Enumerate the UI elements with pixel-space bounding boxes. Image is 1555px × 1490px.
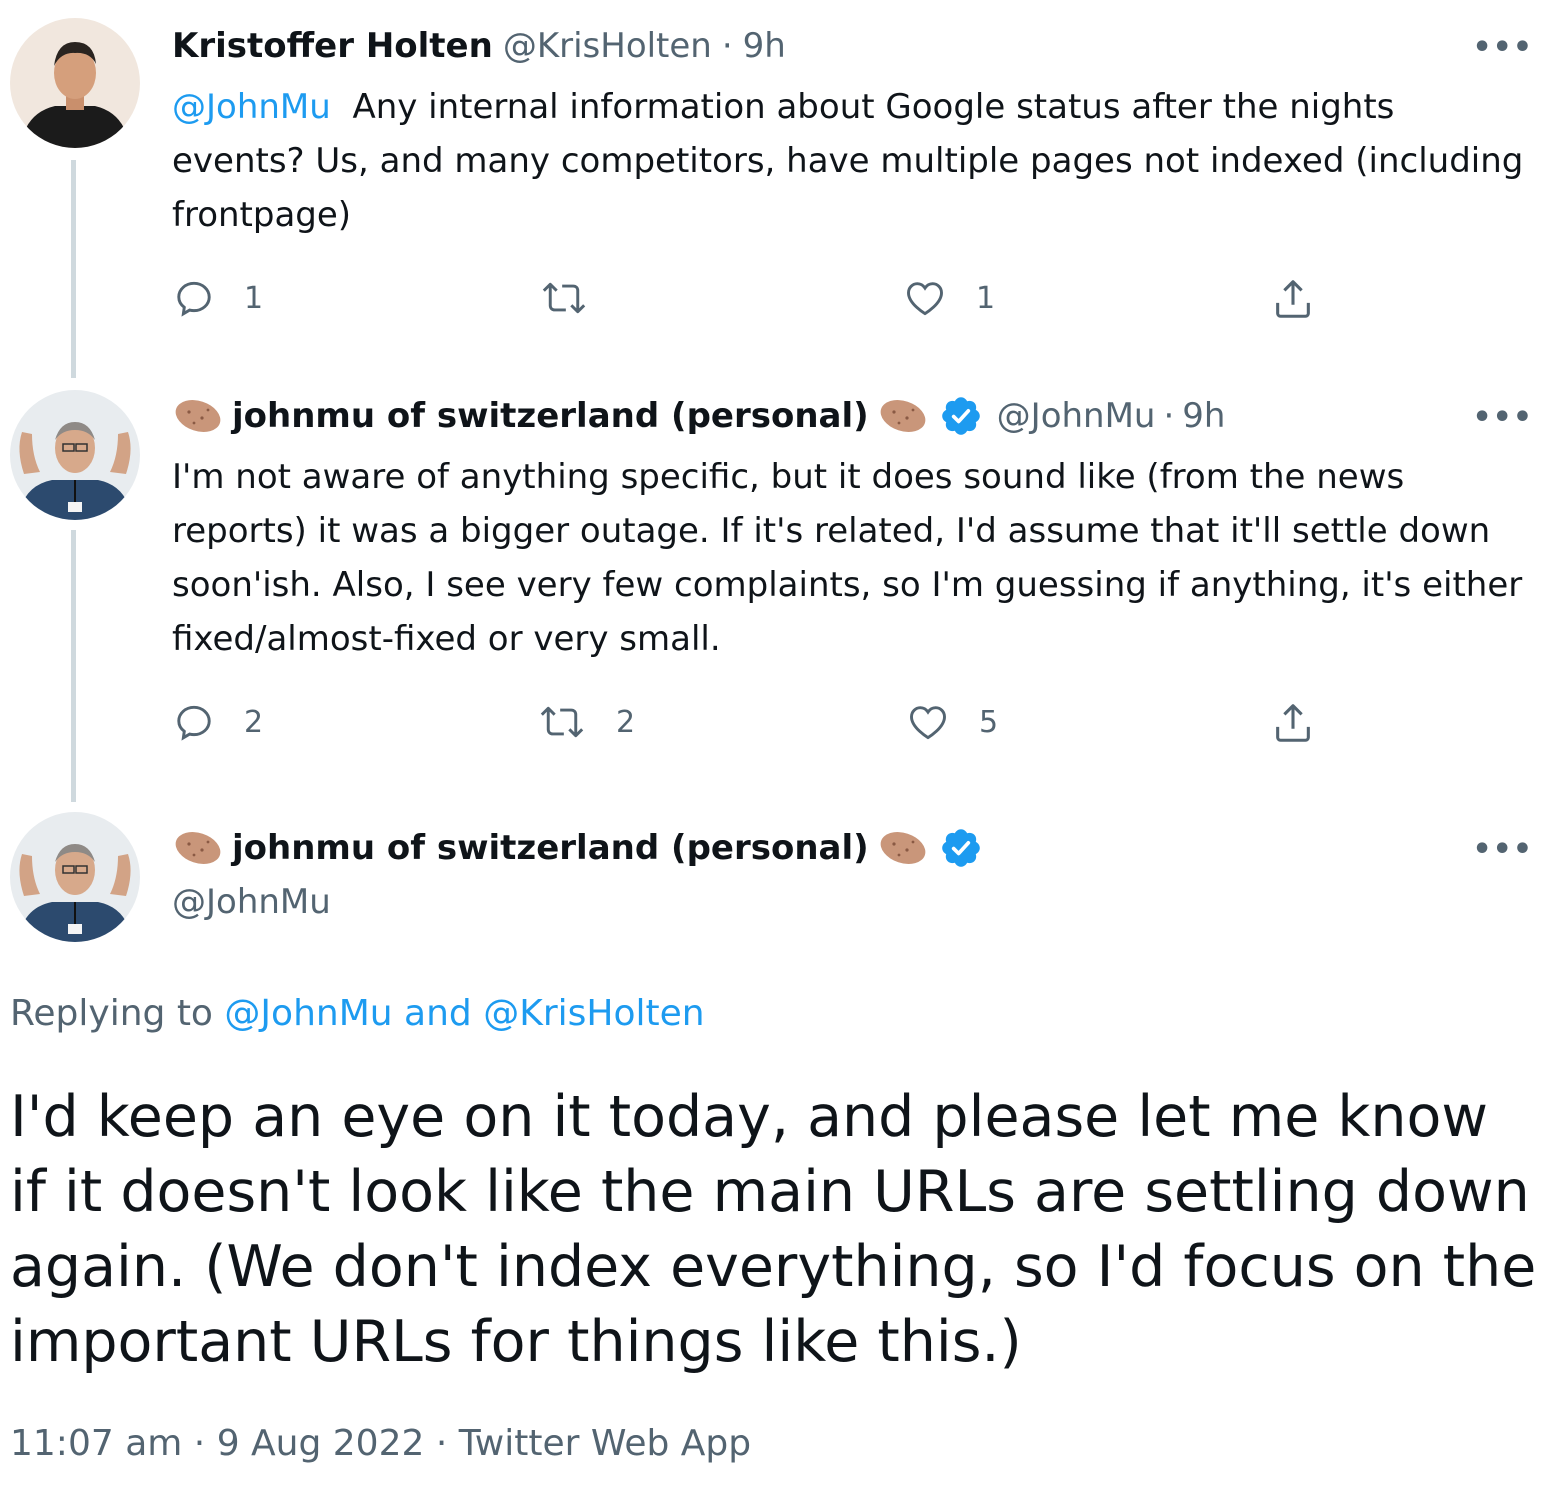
verified-badge-icon[interactable] — [939, 826, 983, 870]
avatar-johnmu-main[interactable] — [10, 812, 140, 942]
reply-icon — [177, 705, 211, 741]
avatar-kristoffer-holten[interactable] — [10, 18, 140, 148]
tweet-source[interactable]: Twitter Web App — [459, 1423, 751, 1464]
reply-icon — [177, 281, 211, 317]
retweet-button[interactable]: 2 — [536, 700, 635, 744]
replying-to: Replying to @JohnMu and @KrisHolten — [10, 990, 705, 1038]
author-handle[interactable]: @JohnMu — [997, 394, 1156, 438]
tweet-time[interactable]: 9h — [1182, 394, 1225, 438]
more-options-button[interactable]: ••• — [1472, 30, 1533, 65]
separator-dot: · — [721, 26, 733, 66]
replying-user-link[interactable]: @KrisHolten — [483, 993, 704, 1034]
reply-button[interactable]: 2 — [172, 700, 263, 744]
retweet-icon — [540, 706, 584, 738]
author-name[interactable]: johnmu of switzerland (personal) — [232, 394, 869, 438]
verified-badge-icon[interactable] — [939, 394, 983, 438]
share-icon — [1276, 704, 1310, 742]
heart-icon — [910, 706, 946, 740]
separator-dot: · — [1163, 396, 1175, 436]
more-options-button[interactable]: ••• — [1472, 400, 1533, 435]
tweet-1-text: @JohnMu Any internal information about G… — [172, 80, 1532, 242]
tweet-2-text: I'm not aware of anything specific, but … — [172, 457, 1523, 659]
share-button[interactable] — [1270, 276, 1344, 322]
like-count: 1 — [976, 280, 996, 316]
tweet-metadata: 11:07 am · 9 Aug 2022 · Twitter Web App — [10, 1418, 751, 1470]
tweet-time[interactable]: 9h — [743, 24, 786, 68]
main-tweet-handle[interactable]: @JohnMu — [172, 880, 331, 924]
thread-line-2 — [71, 530, 76, 802]
tweet-body: Any internal information about Google st… — [172, 87, 1524, 235]
potato-emoji-icon — [880, 400, 926, 432]
tweet-date[interactable]: 9 Aug 2022 — [217, 1423, 425, 1464]
retweet-count: 2 — [616, 704, 636, 740]
like-button[interactable]: 5 — [905, 700, 998, 744]
share-button[interactable] — [1270, 700, 1344, 746]
replying-and: and — [404, 993, 472, 1034]
like-count: 5 — [979, 704, 999, 740]
main-tweet-header: johnmu of switzerland (personal) — [172, 826, 983, 870]
reply-count: 2 — [244, 704, 264, 740]
main-tweet-text: I'd keep an eye on it today, and please … — [10, 1084, 1537, 1375]
reply-count: 1 — [244, 280, 264, 316]
potato-emoji-icon — [175, 400, 221, 432]
more-options-button[interactable]: ••• — [1472, 832, 1533, 867]
retweet-button[interactable] — [538, 276, 618, 320]
potato-emoji-icon — [175, 832, 221, 864]
author-name[interactable]: johnmu of switzerland (personal) — [232, 826, 869, 870]
potato-emoji-icon — [880, 832, 926, 864]
heart-icon — [907, 282, 943, 316]
like-button[interactable]: 1 — [902, 276, 995, 320]
retweet-icon — [542, 282, 586, 314]
tweet-1-header: Kristoffer Holten @KrisHolten · 9h — [172, 24, 786, 68]
avatar-johnmu[interactable] — [10, 390, 140, 520]
share-icon — [1276, 280, 1310, 318]
replying-user-link[interactable]: @JohnMu — [224, 993, 392, 1034]
author-name[interactable]: Kristoffer Holten — [172, 24, 493, 68]
separator-dot: · — [193, 1423, 206, 1464]
tweet-2-actions: 2 2 5 — [172, 700, 1322, 750]
tweet-1-actions: 1 1 — [172, 276, 1322, 326]
tweet-2-header: johnmu of switzerland (personal) @JohnMu… — [172, 394, 1225, 438]
mention-link[interactable]: @JohnMu — [172, 87, 331, 127]
tweet-timestamp[interactable]: 11:07 am — [10, 1423, 182, 1464]
replying-prefix: Replying to — [10, 993, 213, 1034]
separator-dot: · — [435, 1423, 448, 1464]
thread-line-1 — [71, 160, 76, 378]
author-handle[interactable]: @KrisHolten — [503, 24, 712, 68]
reply-button[interactable]: 1 — [172, 276, 263, 320]
